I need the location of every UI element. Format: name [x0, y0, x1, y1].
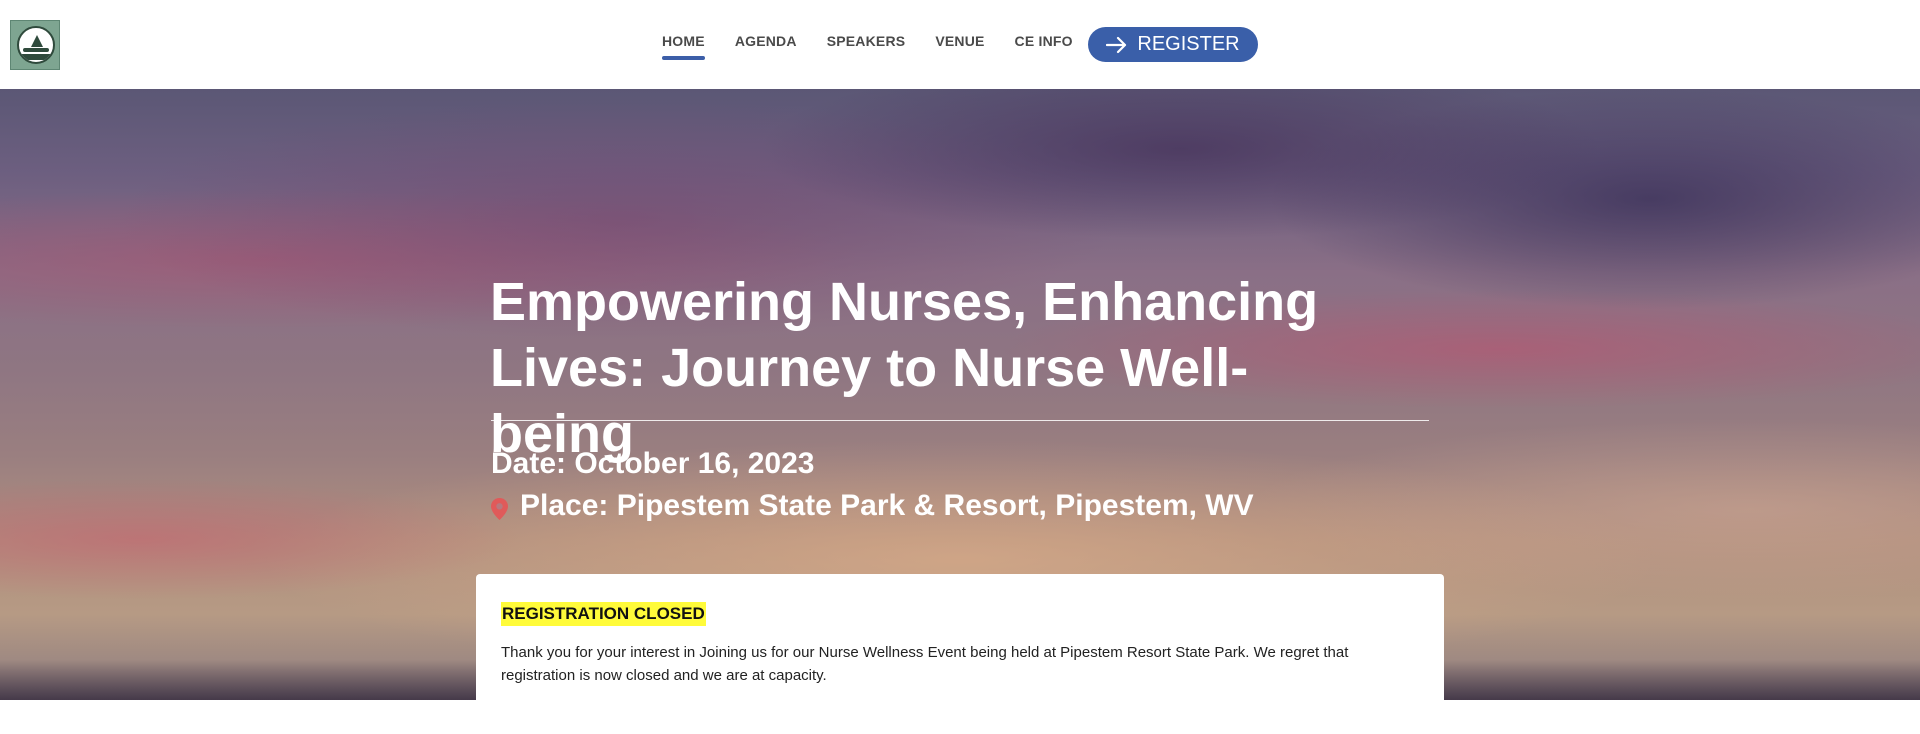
nav-ce-info[interactable]: CE INFO: [1015, 33, 1073, 55]
map-pin-icon: [491, 498, 508, 520]
site-header: HOME AGENDA SPEAKERS VENUE CE INFO REGIS…: [0, 0, 1920, 89]
event-place: Place: Pipestem State Park & Resort, Pip…: [491, 488, 1254, 524]
event-title: Empowering Nurses, Enhancing Lives: Jour…: [490, 272, 1319, 464]
nav-venue[interactable]: VENUE: [935, 33, 984, 55]
site-logo[interactable]: [10, 20, 60, 70]
arrow-right-icon: [1106, 36, 1127, 53]
registration-notice-card: REGISTRATION CLOSED Thank you for your i…: [476, 574, 1444, 734]
main-nav: HOME AGENDA SPEAKERS VENUE CE INFO: [662, 33, 1103, 60]
registration-notice-text: Thank you for your interest in Joining u…: [501, 644, 1349, 684]
nav-home[interactable]: HOME: [662, 33, 705, 60]
event-date: Date: October 16, 2023: [491, 447, 815, 480]
nav-agenda[interactable]: AGENDA: [735, 33, 797, 55]
register-label: REGISTER: [1137, 33, 1240, 55]
logo-emblem: [17, 26, 55, 64]
title-divider: [491, 420, 1429, 421]
event-place-label: Place: Pipestem State Park & Resort, Pip…: [520, 489, 1254, 522]
nav-speakers[interactable]: SPEAKERS: [827, 33, 906, 55]
register-button[interactable]: REGISTER: [1088, 27, 1258, 62]
registration-closed-badge: REGISTRATION CLOSED: [501, 602, 706, 626]
